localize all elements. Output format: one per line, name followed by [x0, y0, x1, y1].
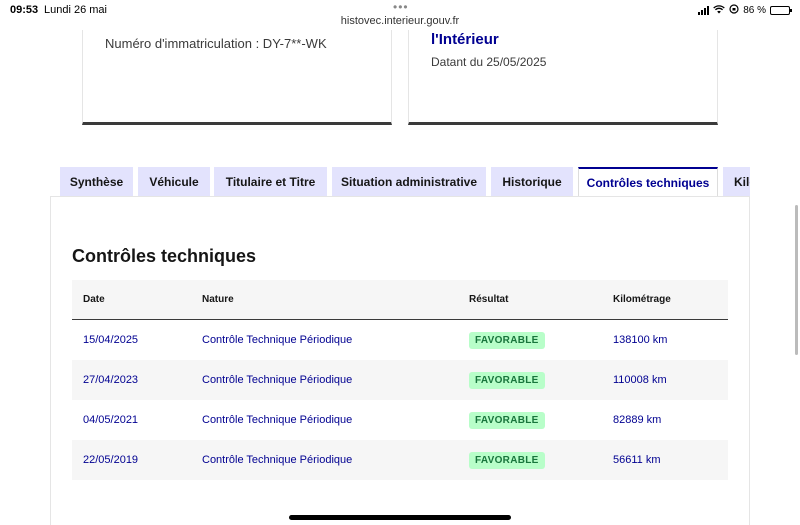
- row-km: 138100 km: [613, 334, 668, 346]
- immatriculation-text: Numéro d'immatriculation : DY-7**-WK: [105, 36, 327, 51]
- tab-label: Situation administrative: [340, 174, 478, 189]
- row-km: 110008 km: [613, 374, 667, 386]
- tab-label: Véhicule: [149, 174, 199, 189]
- row-nature: Contrôle Technique Périodique: [202, 454, 353, 466]
- home-indicator[interactable]: [289, 515, 511, 520]
- row-result: FAVORABLE: [469, 320, 545, 360]
- more-dots-icon[interactable]: •••: [393, 0, 409, 14]
- tab-vehicule[interactable]: Véhicule: [138, 167, 210, 196]
- row-date: 04/05/2021: [83, 414, 139, 426]
- row-date: 27/04/2023: [83, 374, 139, 386]
- report-card: l'Intérieur Datant du 25/05/2025: [408, 30, 718, 125]
- row-result: FAVORABLE: [469, 360, 545, 400]
- row-result: FAVORABLE: [469, 400, 545, 440]
- table-row: 15/04/2025 Contrôle Technique Périodique…: [72, 320, 728, 360]
- tab-historique[interactable]: Historique: [491, 167, 573, 196]
- header-date[interactable]: Date: [83, 280, 105, 319]
- tab-bar: Synthèse Véhicule Titulaire et Titre Sit…: [60, 167, 750, 196]
- tab-titulaire-et-titre[interactable]: Titulaire et Titre: [214, 167, 327, 196]
- report-date: Datant du 25/05/2025: [431, 55, 547, 69]
- tab-label: Titulaire et Titre: [225, 174, 316, 189]
- controls-table: Date Nature Résultat Kilométrage 15/04/2…: [72, 280, 728, 480]
- tab-kilometrage[interactable]: Kilométrage: [723, 167, 750, 196]
- tab-label: Kilométrage: [734, 174, 750, 189]
- tab-controles-techniques[interactable]: Contrôles techniques: [578, 167, 718, 196]
- status-bar: 09:53 Lundi 26 mai ••• histovec.interieu…: [0, 0, 800, 30]
- table-row: 22/05/2019 Contrôle Technique Périodique…: [72, 440, 728, 480]
- vehicle-card: Numéro d'immatriculation : DY-7**-WK: [82, 30, 392, 125]
- status-indicators: 86 %: [698, 4, 792, 17]
- row-nature: Contrôle Technique Périodique: [202, 414, 353, 426]
- report-card-title: l'Intérieur: [431, 31, 499, 48]
- tab-situation-administrative[interactable]: Situation administrative: [332, 167, 486, 196]
- address-url[interactable]: histovec.interieur.gouv.fr: [0, 15, 800, 27]
- tab-label: Synthèse: [69, 174, 124, 189]
- header-result[interactable]: Résultat: [469, 280, 508, 319]
- header-kilometrage[interactable]: Kilométrage: [613, 280, 671, 319]
- battery-icon: [770, 6, 792, 15]
- row-result: FAVORABLE: [469, 440, 545, 480]
- row-date: 15/04/2025: [83, 334, 139, 346]
- battery-percent: 86 %: [743, 5, 766, 16]
- table-row: 27/04/2023 Contrôle Technique Périodique…: [72, 360, 728, 400]
- tab-label: Historique: [502, 174, 562, 189]
- tab-synthese[interactable]: Synthèse: [60, 167, 133, 196]
- header-nature[interactable]: Nature: [202, 280, 234, 319]
- row-km: 82889 km: [613, 414, 662, 426]
- result-badge: FAVORABLE: [469, 451, 545, 469]
- signal-icon: [698, 6, 710, 15]
- row-date: 22/05/2019: [83, 454, 139, 466]
- result-badge: FAVORABLE: [469, 371, 545, 389]
- row-km: 56611 km: [613, 454, 661, 466]
- section-title: Contrôles techniques: [72, 246, 257, 266]
- result-badge: FAVORABLE: [469, 331, 545, 349]
- row-nature: Contrôle Technique Périodique: [202, 374, 353, 386]
- row-nature: Contrôle Technique Périodique: [202, 334, 353, 346]
- table-row: 04/05/2021 Contrôle Technique Périodique…: [72, 400, 728, 440]
- result-badge: FAVORABLE: [469, 411, 545, 429]
- tab-label: Contrôles techniques: [586, 175, 710, 190]
- table-header: Date Nature Résultat Kilométrage: [72, 280, 728, 320]
- scrollbar[interactable]: [795, 205, 798, 355]
- orientation-lock-icon: [729, 4, 739, 17]
- wifi-icon: [713, 4, 725, 17]
